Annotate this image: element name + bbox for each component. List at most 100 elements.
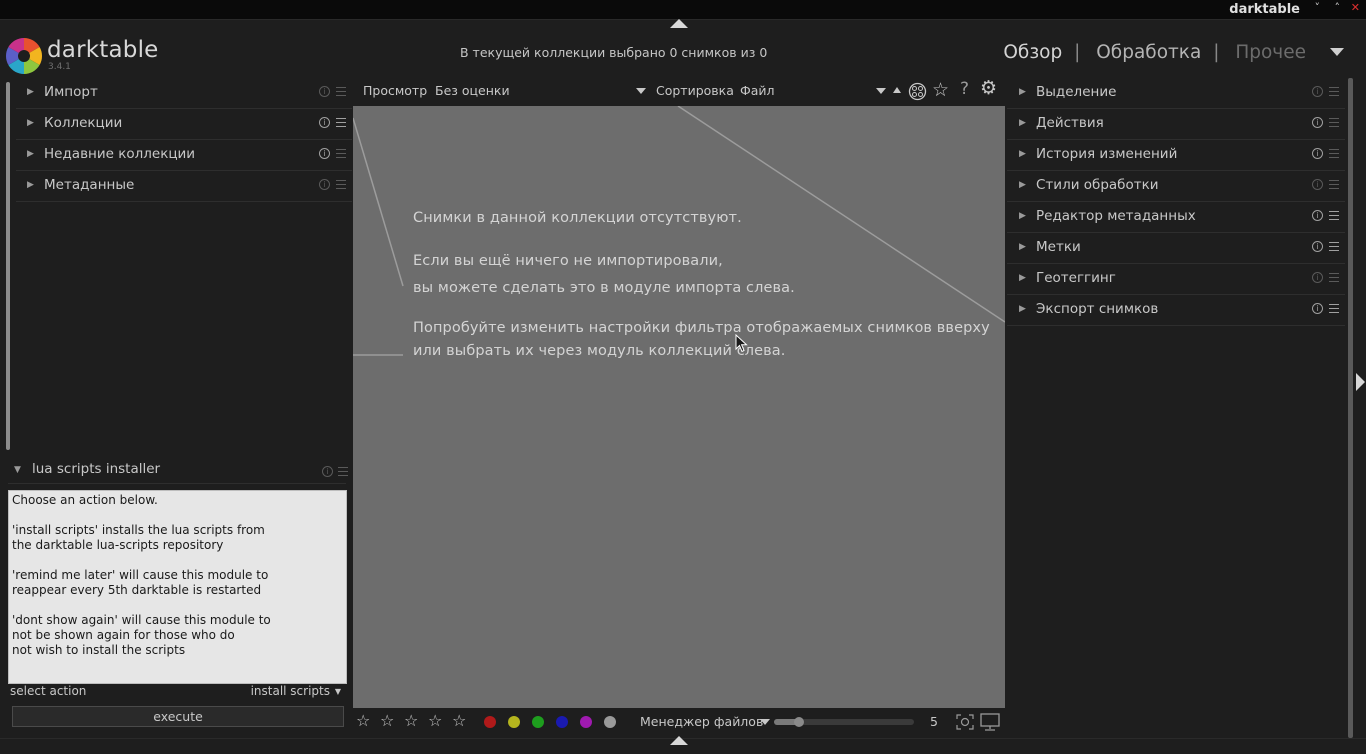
presets-menu-icon[interactable] [336, 118, 346, 128]
collapse-top-panel-arrow-icon[interactable] [670, 19, 688, 28]
star-3-icon[interactable]: ☆ [404, 711, 418, 730]
import-hint-line-2: вы можете сделать это в модуле импорта с… [413, 280, 795, 296]
minimize-button[interactable]: ˅ [1315, 1, 1321, 14]
info-icon[interactable]: i [1312, 210, 1323, 221]
module-recent-collections[interactable]: ▶ Недавние коллекции i [16, 140, 352, 171]
color-label-green[interactable] [532, 716, 544, 728]
zoom-slider-handle[interactable] [794, 717, 805, 727]
lighttable-area[interactable]: Снимки в данной коллекции отсутствуют. Е… [353, 106, 1005, 708]
color-label-red[interactable] [484, 716, 496, 728]
star-filter-icon[interactable]: ☆ [932, 79, 949, 101]
info-icon[interactable]: i [319, 86, 330, 97]
module-label: Действия [1036, 115, 1104, 131]
collapse-right-panel-arrow-icon[interactable] [1356, 373, 1365, 391]
presets-menu-icon[interactable] [336, 87, 346, 97]
module-actions[interactable]: ▶ Действия i [1007, 109, 1345, 140]
presets-menu-icon[interactable] [1329, 273, 1339, 283]
color-label-purple[interactable] [580, 716, 592, 728]
module-styles[interactable]: ▶ Стили обработки i [1007, 171, 1345, 202]
module-label: Геотеггинг [1036, 270, 1116, 286]
zoom-slider[interactable] [774, 717, 914, 727]
execute-button[interactable]: execute [12, 706, 344, 727]
info-icon[interactable]: i [1312, 303, 1323, 314]
app-version: 3.4.1 [48, 62, 71, 72]
presets-menu-icon[interactable] [1329, 242, 1339, 252]
module-geotagging[interactable]: ▶ Геотеггинг i [1007, 264, 1345, 295]
mouse-cursor-icon [735, 334, 748, 353]
module-label: Метки [1036, 239, 1081, 255]
presets-menu-icon[interactable] [336, 180, 346, 190]
views-menu-dropdown-icon[interactable] [1330, 48, 1344, 56]
expand-triangle-icon: ▶ [27, 149, 34, 159]
import-hint-line-1: Если вы ещё ничего не импортировали, [413, 253, 723, 269]
star-1-icon[interactable]: ☆ [356, 711, 370, 730]
star-2-icon[interactable]: ☆ [380, 711, 394, 730]
color-label-blue[interactable] [556, 716, 568, 728]
info-icon[interactable]: i [1312, 241, 1323, 252]
expand-triangle-icon: ▶ [1019, 211, 1026, 221]
lua-instructions-text: Choose an action below. 'install scripts… [8, 490, 347, 684]
info-icon[interactable]: i [322, 466, 333, 477]
close-button[interactable]: ✕ [1351, 1, 1360, 14]
sort-order-icon[interactable] [893, 87, 901, 93]
rating-filter-chevron-icon[interactable] [636, 88, 646, 94]
star-4-icon[interactable]: ☆ [428, 711, 442, 730]
info-icon[interactable]: i [1312, 148, 1323, 159]
info-icon[interactable]: i [1312, 179, 1323, 190]
focus-peaking-icon[interactable] [956, 714, 974, 730]
module-label: Стили обработки [1036, 177, 1159, 193]
app-name: darktable [47, 37, 159, 63]
module-label: Метаданные [44, 177, 135, 193]
info-icon[interactable]: i [319, 148, 330, 159]
presets-menu-icon[interactable] [336, 149, 346, 159]
module-metadata-editor[interactable]: ▶ Редактор метаданных i [1007, 202, 1345, 233]
gear-icon[interactable]: ⚙ [980, 77, 997, 99]
info-icon[interactable]: i [1312, 86, 1323, 97]
zoom-value[interactable]: 5 [930, 714, 938, 729]
info-icon[interactable]: i [319, 179, 330, 190]
sort-chevron-icon[interactable] [876, 88, 886, 94]
select-action-dropdown[interactable]: install scripts [251, 684, 330, 698]
module-lua-scripts-installer[interactable]: ▼ lua scripts installer i [8, 458, 348, 484]
info-icon[interactable]: i [1312, 117, 1323, 128]
right-panel-scrollbar[interactable] [1348, 78, 1353, 738]
module-label: Редактор метаданных [1036, 208, 1196, 224]
display-profile-icon[interactable] [980, 713, 1000, 731]
module-import[interactable]: ▶ Импорт i [16, 78, 352, 109]
presets-menu-icon[interactable] [1329, 211, 1339, 221]
view-darkroom-tab[interactable]: Обработка [1096, 42, 1201, 63]
expand-triangle-icon: ▶ [1019, 304, 1026, 314]
maximize-button[interactable]: ˄ [1335, 1, 1341, 14]
color-label-gray[interactable] [604, 716, 616, 728]
star-5-icon[interactable]: ☆ [452, 711, 466, 730]
module-history-stack[interactable]: ▶ История изменений i [1007, 140, 1345, 171]
presets-menu-icon[interactable] [1329, 304, 1339, 314]
info-icon[interactable]: i [1312, 272, 1323, 283]
collapse-bottom-panel-arrow-icon[interactable] [670, 736, 688, 745]
left-panel-scrollbar[interactable] [6, 82, 10, 450]
module-metadata[interactable]: ▶ Метаданные i [16, 171, 352, 202]
info-icon[interactable]: i [319, 117, 330, 128]
view-separator: | [1074, 42, 1081, 63]
help-icon[interactable]: ? [960, 79, 969, 99]
layout-dropdown[interactable]: Менеджер файлов [640, 714, 763, 729]
left-panel: ▶ Импорт i ▶ Коллекции i ▶ Недавние колл… [0, 78, 352, 738]
presets-menu-icon[interactable] [1329, 87, 1339, 97]
presets-menu-icon[interactable] [338, 467, 348, 477]
layout-chevron-icon[interactable] [760, 719, 770, 725]
rating-filter-dropdown[interactable]: Без оценки [435, 83, 510, 98]
presets-menu-icon[interactable] [1329, 118, 1339, 128]
module-export[interactable]: ▶ Экспорт снимков i [1007, 295, 1345, 326]
presets-menu-icon[interactable] [1329, 180, 1339, 190]
module-collections[interactable]: ▶ Коллекции i [16, 109, 352, 140]
module-select[interactable]: ▶ Выделение i [1007, 78, 1345, 109]
expand-triangle-icon: ▶ [1019, 242, 1026, 252]
view-other-tab[interactable]: Прочее [1235, 42, 1306, 63]
sort-dropdown[interactable]: Файл [740, 83, 775, 98]
view-lighttable-tab[interactable]: Обзор [1003, 42, 1062, 63]
presets-menu-icon[interactable] [1329, 149, 1339, 159]
color-label-yellow[interactable] [508, 716, 520, 728]
color-labels-filter-icon[interactable] [908, 82, 927, 101]
module-tagging[interactable]: ▶ Метки i [1007, 233, 1345, 264]
chevron-down-icon[interactable]: ▼ [335, 687, 341, 696]
